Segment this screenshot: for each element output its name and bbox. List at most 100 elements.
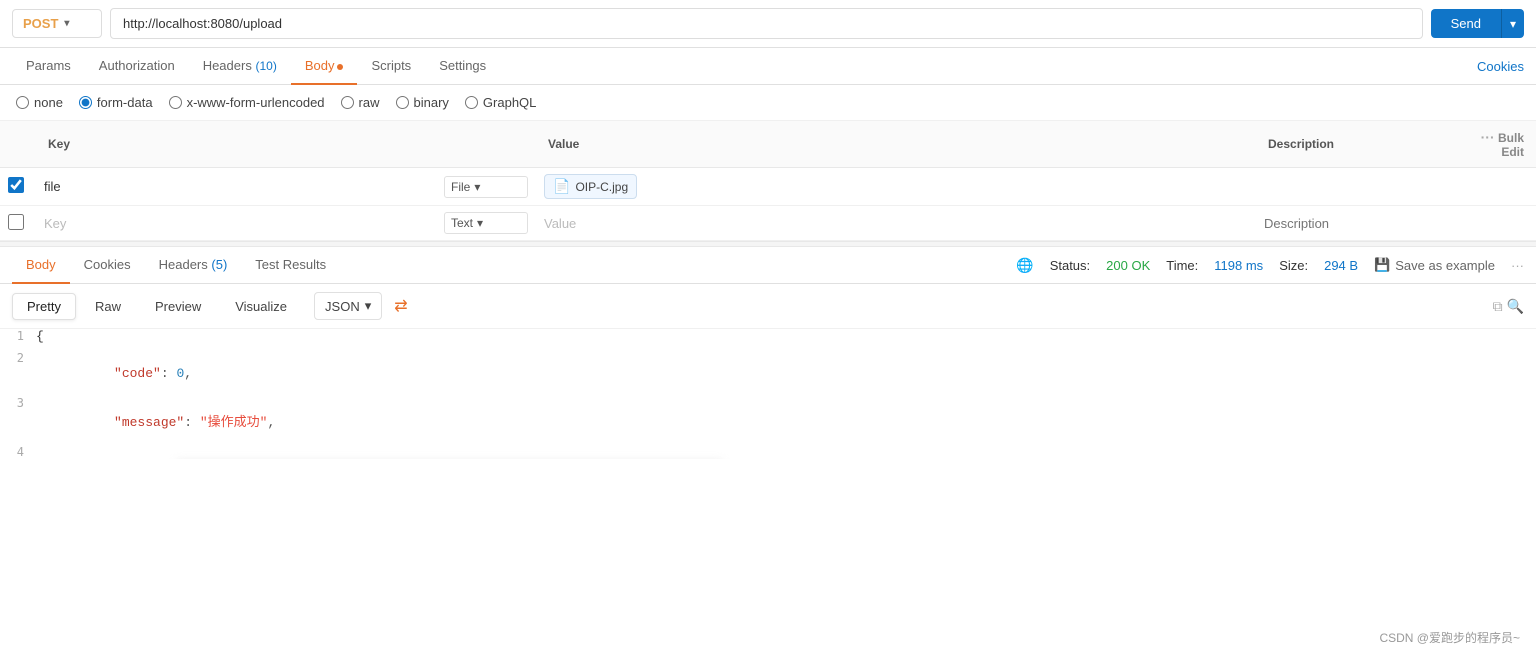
- tab-settings[interactable]: Settings: [425, 48, 500, 85]
- tab-params[interactable]: Params: [12, 48, 85, 85]
- size-label: Size:: [1279, 258, 1308, 273]
- row-type-cell: File ▾: [436, 168, 536, 206]
- code-line-3: 3 "message": "操作成功",: [0, 396, 1536, 445]
- response-tab-bar: Body Cookies Headers (5) Test Results 🌐 …: [0, 247, 1536, 284]
- row-desc-cell: [1256, 168, 1456, 206]
- row-actions-cell: [1456, 168, 1536, 206]
- col-check-header: [0, 121, 36, 168]
- json-format-select[interactable]: JSON ▾: [314, 292, 382, 320]
- ellipsis-icon[interactable]: ···: [1481, 129, 1495, 145]
- line-num-3: 3: [0, 396, 36, 410]
- file-icon: 📄: [553, 178, 570, 195]
- line-num-1: 1: [0, 329, 36, 343]
- radio-binary[interactable]: binary: [396, 95, 449, 110]
- save-icon: 💾: [1374, 257, 1390, 273]
- send-group: Send ▾: [1431, 9, 1524, 38]
- new-row-checkbox[interactable]: [8, 214, 24, 230]
- bulk-edit-button[interactable]: Bulk Edit: [1498, 131, 1524, 159]
- top-bar: POST ▾ Send ▾: [0, 0, 1536, 48]
- col-value-header: Value: [536, 121, 1256, 168]
- method-label: POST: [23, 16, 58, 31]
- response-meta: 🌐 Status: 200 OK Time: 1198 ms Size: 294…: [1016, 257, 1524, 274]
- row-key-input[interactable]: [44, 179, 428, 194]
- params-table-wrapper: Key Value Description ··· Bulk Edit: [0, 121, 1536, 241]
- col-actions-header: ··· Bulk Edit: [1456, 121, 1536, 168]
- watermark: CSDN @爱跑步的程序员~: [1379, 629, 1520, 646]
- type-chevron-icon: ▾: [474, 180, 480, 194]
- preview-button[interactable]: Preview: [140, 293, 216, 320]
- request-tab-bar: Params Authorization Headers (10) Body S…: [0, 48, 1536, 85]
- time-label: Time:: [1166, 258, 1198, 273]
- new-row-value-cell: [536, 206, 1256, 241]
- json-chevron-icon: ▾: [365, 298, 372, 314]
- pretty-button[interactable]: Pretty: [12, 293, 76, 320]
- size-value: 294 B: [1324, 258, 1358, 273]
- new-row-key-cell: [36, 206, 436, 241]
- new-row-desc-input[interactable]: [1264, 216, 1448, 231]
- new-type-chevron-icon: ▾: [477, 216, 483, 230]
- response-tab-test-results[interactable]: Test Results: [241, 247, 340, 284]
- radio-form-data[interactable]: form-data: [79, 95, 153, 110]
- table-row: File ▾ 📄 OIP-C.jpg: [0, 168, 1536, 206]
- row-value-cell: 📄 OIP-C.jpg: [536, 168, 1256, 206]
- new-row-key-input[interactable]: [44, 216, 428, 231]
- row-type-select[interactable]: File ▾: [444, 176, 528, 198]
- search-button[interactable]: 🔍: [1507, 298, 1524, 315]
- code-line-1: 1 {: [0, 329, 1536, 351]
- method-select[interactable]: POST ▾: [12, 9, 102, 38]
- code-line-2: 2 "code": 0,: [0, 351, 1536, 396]
- new-row-type-cell: Text ▾: [436, 206, 536, 241]
- body-dot: [337, 64, 343, 70]
- col-key-header: Key: [36, 121, 436, 168]
- radio-graphql[interactable]: GraphQL: [465, 95, 536, 110]
- visualize-button[interactable]: Visualize: [220, 293, 302, 320]
- response-tab-body[interactable]: Body: [12, 247, 70, 284]
- tab-body[interactable]: Body: [291, 48, 358, 85]
- row-checkbox-cell: [0, 168, 36, 206]
- row-desc-input[interactable]: [1264, 179, 1448, 194]
- tab-headers[interactable]: Headers (10): [189, 48, 291, 85]
- line-num-2: 2: [0, 351, 36, 365]
- line-content-3: "message": "操作成功",: [36, 396, 275, 445]
- tab-scripts[interactable]: Scripts: [357, 48, 425, 85]
- line-content-1: {: [36, 329, 44, 344]
- row-key-cell: [36, 168, 436, 206]
- line-num-4: 4: [0, 445, 36, 459]
- copy-button[interactable]: ⧉: [1493, 298, 1503, 315]
- method-chevron-icon: ▾: [64, 18, 69, 29]
- params-table: Key Value Description ··· Bulk Edit: [0, 121, 1536, 241]
- file-name: OIP-C.jpg: [575, 180, 628, 194]
- time-value: 1198 ms: [1214, 258, 1263, 273]
- response-tab-cookies[interactable]: Cookies: [70, 247, 145, 284]
- more-icon[interactable]: ···: [1511, 258, 1524, 273]
- new-row-type-select[interactable]: Text ▾: [444, 212, 528, 234]
- format-toolbar: Pretty Raw Preview Visualize JSON ▾ ⇄ ⧉ …: [0, 284, 1536, 329]
- new-row-value-input[interactable]: [544, 216, 1248, 231]
- row-checkbox[interactable]: [8, 177, 24, 193]
- radio-urlencoded[interactable]: x-www-form-urlencoded: [169, 95, 325, 110]
- code-view: 1 { 2 "code": 0, 3 "message": "操作成功", 4 …: [0, 329, 1536, 459]
- url-input[interactable]: [110, 8, 1423, 39]
- raw-button[interactable]: Raw: [80, 293, 136, 320]
- globe-icon: 🌐: [1016, 257, 1033, 274]
- send-button[interactable]: Send: [1431, 9, 1501, 38]
- send-arrow-button[interactable]: ▾: [1501, 9, 1524, 38]
- code-line-4: 4 "data":: [0, 445, 1536, 459]
- radio-raw[interactable]: raw: [341, 95, 380, 110]
- col-type-header: [436, 121, 536, 168]
- new-row-desc-cell: [1256, 206, 1456, 241]
- radio-none[interactable]: none: [16, 95, 63, 110]
- tab-authorization[interactable]: Authorization: [85, 48, 189, 85]
- new-row-actions-cell: [1456, 206, 1536, 241]
- status-value: 200 OK: [1106, 258, 1150, 273]
- response-tab-headers[interactable]: Headers (5): [145, 247, 242, 284]
- body-type-row: none form-data x-www-form-urlencoded raw…: [0, 85, 1536, 121]
- file-badge: 📄 OIP-C.jpg: [544, 174, 637, 199]
- status-label: Status:: [1050, 258, 1090, 273]
- save-example-button[interactable]: 💾 Save as example: [1374, 257, 1495, 273]
- line-content-2: "code": 0,: [36, 351, 192, 396]
- cookies-link[interactable]: Cookies: [1477, 59, 1524, 74]
- wrap-button[interactable]: ⇄: [394, 296, 407, 316]
- new-row-checkbox-cell: [0, 206, 36, 241]
- line-content-4: "data":: [36, 445, 723, 459]
